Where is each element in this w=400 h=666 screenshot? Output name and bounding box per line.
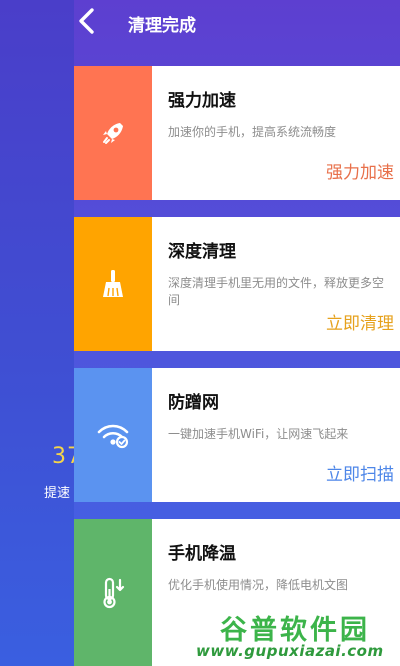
card-icon-box [74, 368, 152, 502]
watermark-url: www.gupuxiazai.com [196, 642, 384, 660]
card-title: 深度清理 [168, 242, 236, 262]
card-description: 优化手机使用情况，降低电机文图 [168, 578, 349, 592]
card-title: 防蹭网 [168, 393, 219, 413]
boost-action-button[interactable]: 强力加速 [326, 158, 394, 183]
card-boost[interactable]: 强力加速 加速你的手机，提高系统流畅度 强力加速 [74, 66, 400, 200]
top-bar: 清理完成 [74, 0, 400, 44]
rocket-icon [103, 123, 123, 144]
card-title: 强力加速 [168, 91, 236, 111]
card-description: 深度清理手机里无用的文件，释放更多空间 [168, 276, 385, 307]
card-description: 一键加速手机WiFi，让网速飞起来 [168, 427, 349, 441]
clean-now-button[interactable]: 立即清理 [326, 309, 394, 334]
chevron-left-icon [79, 8, 94, 34]
card-icon-box [74, 519, 152, 666]
card-icon-box [74, 217, 152, 351]
underlying-screen: 37 提速 [0, 0, 81, 666]
wifi-shield-icon [97, 424, 129, 449]
broom-icon [103, 270, 123, 297]
thermometer-icon [103, 577, 125, 608]
card-description: 加速你的手机，提高系统流畅度 [168, 125, 337, 139]
back-button[interactable] [74, 6, 102, 36]
card-anti-leech[interactable]: 防蹭网 一键加速手机WiFi，让网速飞起来 立即扫描 [74, 368, 400, 502]
scan-now-button[interactable]: 立即扫描 [326, 460, 394, 485]
card-title: 手机降温 [168, 544, 236, 564]
card-deep-clean[interactable]: 深度清理 深度清理手机里无用的文件，释放更多空间 立即清理 [74, 217, 400, 351]
page-title: 清理完成 [128, 16, 196, 36]
speedup-caption: 提速 [44, 486, 71, 501]
card-icon-box [74, 66, 152, 200]
site-watermark: 谷普软件园 www.gupuxiazai.com [194, 608, 400, 666]
